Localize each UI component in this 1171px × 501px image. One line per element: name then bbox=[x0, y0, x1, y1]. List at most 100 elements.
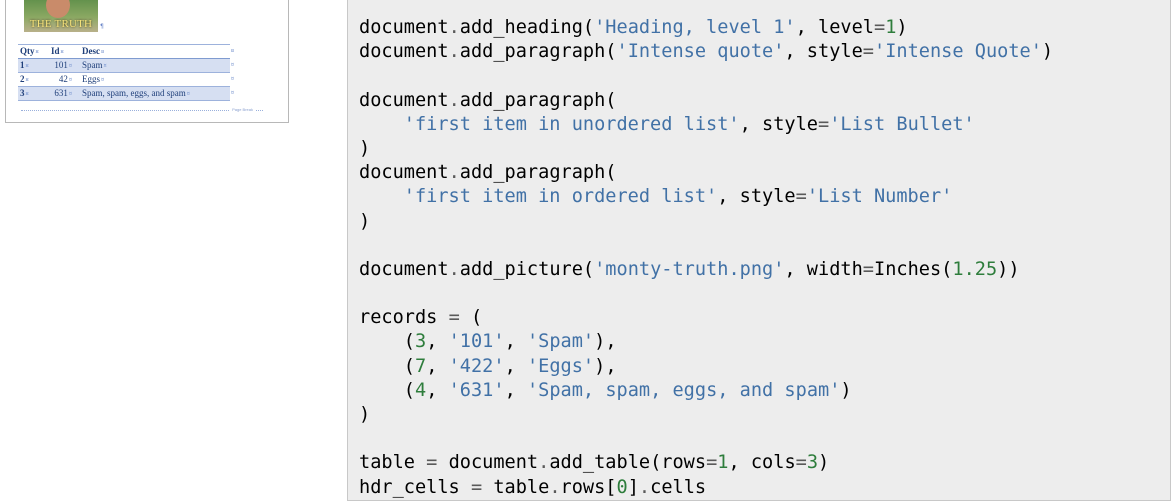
code-operator: = bbox=[706, 452, 718, 474]
cell-qty: 3 bbox=[20, 88, 25, 98]
cell-mark-icon: ¤ bbox=[68, 91, 72, 97]
code-line: document.add_paragraph( bbox=[359, 89, 1053, 113]
code-operator: . bbox=[448, 89, 460, 111]
page-break: Page Break bbox=[21, 107, 263, 114]
code-text: ( bbox=[459, 307, 483, 329]
code-operator: . bbox=[538, 452, 550, 474]
code-operator: . bbox=[549, 476, 561, 498]
code-text: ] bbox=[627, 476, 639, 498]
code-operator: = bbox=[818, 113, 830, 135]
code-text: ( bbox=[359, 355, 415, 377]
code-text: )) bbox=[997, 258, 1020, 280]
code-text: document bbox=[359, 258, 449, 280]
cell-mark-icon: ¤ bbox=[68, 63, 72, 69]
page-break-line bbox=[21, 110, 263, 111]
code-number: 1.25 bbox=[952, 258, 998, 280]
code-string: 'first item in ordered list' bbox=[403, 186, 718, 208]
code-operator: . bbox=[448, 258, 460, 280]
code-string: 'Heading, level 1' bbox=[594, 17, 796, 38]
code-text: ) bbox=[896, 17, 908, 38]
code-string: '422' bbox=[448, 355, 505, 377]
document-table: Qty¤ Id¤ Desc¤ ¤ 1¤ 101¤ Spam¤ ¤ 2¤ 42¤ … bbox=[18, 44, 234, 101]
code-string: '631' bbox=[448, 379, 505, 401]
code-block: document.add_heading('Heading, level 1',… bbox=[347, 0, 1171, 501]
code-text: add_table(rows bbox=[549, 452, 707, 474]
code-line: document.add_heading('Heading, level 1',… bbox=[359, 16, 1053, 40]
code-text: ) bbox=[818, 452, 830, 474]
code-number: 3 bbox=[414, 331, 427, 353]
code-text: , bbox=[426, 331, 449, 353]
cell-qty: 1 bbox=[20, 60, 25, 70]
header-qty: Qty bbox=[20, 46, 35, 56]
code-text: document bbox=[359, 89, 449, 111]
code-operator: . bbox=[448, 41, 460, 63]
code-number: 1 bbox=[885, 17, 897, 38]
code-text: table bbox=[482, 476, 550, 498]
code-text: rows[ bbox=[560, 476, 617, 498]
code-operator: = bbox=[470, 476, 483, 498]
code-operator: = bbox=[862, 41, 874, 63]
document-preview: THE TRUTH ¶ Qty¤ Id¤ Desc¤ ¤ 1¤ 101¤ Spa… bbox=[5, 0, 289, 123]
code-text: table bbox=[359, 452, 427, 474]
code-line: ) bbox=[359, 403, 1053, 427]
code-text: , level bbox=[795, 17, 874, 38]
code-number: 3 bbox=[806, 452, 819, 474]
code-text: , bbox=[426, 355, 449, 377]
code-text: ) bbox=[359, 210, 371, 232]
cell-mark-icon: ¤ bbox=[60, 49, 64, 55]
code-number: 4 bbox=[414, 379, 427, 401]
code-string: 'List Number' bbox=[806, 186, 953, 208]
cell-mark-icon: ¤ bbox=[35, 49, 39, 55]
code-text: , width bbox=[784, 258, 863, 280]
code-text: ) bbox=[359, 137, 371, 159]
code-text: , bbox=[504, 355, 527, 377]
code-line: 'first item in unordered list', style='L… bbox=[359, 113, 1053, 137]
code-number: 0 bbox=[616, 476, 628, 498]
code-text: ) bbox=[359, 404, 371, 425]
code-text: add_paragraph( bbox=[459, 162, 617, 184]
code-string: 'Spam' bbox=[526, 331, 595, 353]
code-text: ), bbox=[594, 331, 617, 353]
picture-face bbox=[46, 0, 70, 18]
code-text: , style bbox=[784, 41, 863, 63]
row-end-mark-icon: ¤ bbox=[230, 76, 234, 82]
code-line: ) bbox=[359, 137, 1053, 161]
code-operator: = bbox=[448, 307, 460, 329]
page-break-label: Page Break bbox=[230, 107, 255, 112]
code-text: document bbox=[359, 41, 449, 63]
code-text: ) bbox=[1041, 41, 1054, 63]
code-line: table = document.add_table(rows=1, cols=… bbox=[359, 451, 1053, 475]
cell-id: 101 bbox=[54, 60, 68, 70]
code-line: 'first item in ordered list', style='Lis… bbox=[359, 185, 1053, 209]
picture-caption: THE TRUTH bbox=[29, 18, 93, 30]
code-number: 7 bbox=[414, 355, 427, 377]
code-text: ) bbox=[840, 379, 852, 401]
cell-mark-icon: ¤ bbox=[68, 77, 72, 83]
code-operator: . bbox=[448, 17, 460, 38]
cell-mark-icon: ¤ bbox=[103, 63, 107, 69]
code-lines: document.add_heading('Heading, level 1',… bbox=[359, 16, 1053, 500]
code-text: ( bbox=[359, 331, 415, 353]
row-end-mark-icon: ¤ bbox=[230, 62, 234, 68]
header-id: Id bbox=[51, 46, 60, 56]
code-text: ( bbox=[359, 379, 415, 401]
code-line: (7, '422', 'Eggs'), bbox=[359, 355, 1053, 379]
table-row: 3¤ 631¤ Spam, spam, eggs, and spam¤ ¤ bbox=[18, 87, 234, 101]
cell-mark-icon: ¤ bbox=[186, 91, 190, 97]
code-string: 'Intense Quote' bbox=[874, 41, 1042, 63]
code-text: , style bbox=[717, 186, 796, 208]
code-text: add_picture( bbox=[459, 258, 595, 280]
code-text: , cols bbox=[728, 452, 796, 474]
code-line: records = ( bbox=[359, 306, 1053, 330]
code-string: 'List Bullet' bbox=[829, 113, 975, 135]
code-text: add_paragraph( bbox=[459, 89, 617, 111]
code-text: , bbox=[504, 331, 527, 353]
code-operator: = bbox=[795, 452, 807, 474]
row-end-mark-icon: ¤ bbox=[230, 90, 234, 96]
code-text: Inches( bbox=[874, 258, 953, 280]
code-string: 'first item in unordered list' bbox=[403, 113, 740, 135]
